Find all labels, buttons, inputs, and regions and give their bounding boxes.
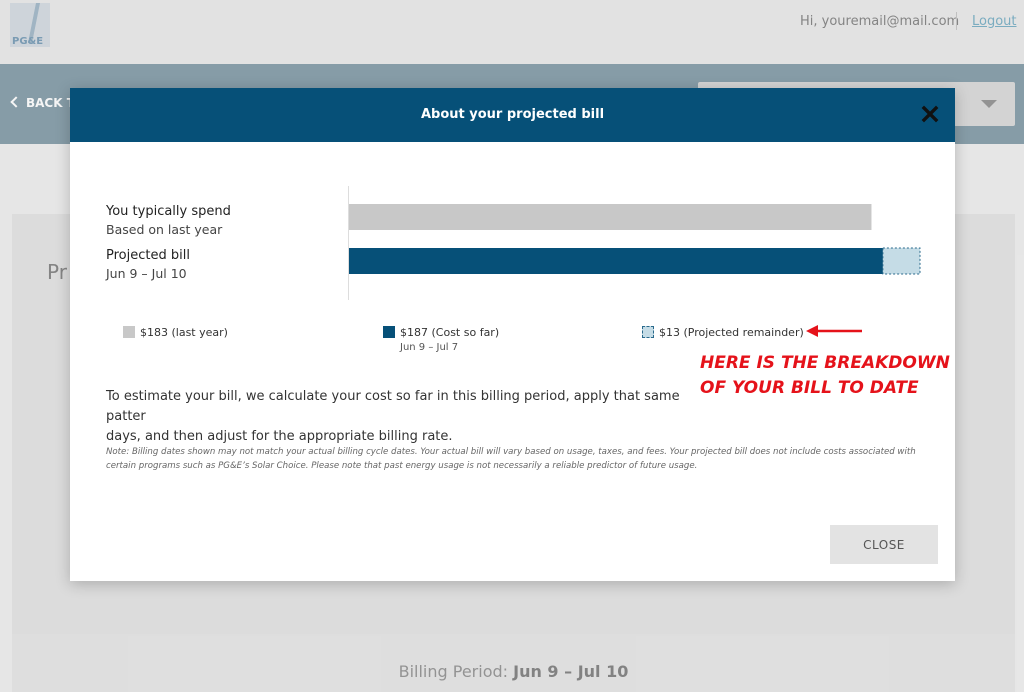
annotation-line: OF YOUR BILL TO DATE xyxy=(700,378,919,398)
arrow-left-icon xyxy=(806,325,862,337)
row-projected-bill: Projected bill Jun 9 – Jul 10 xyxy=(106,248,190,281)
legend-projected-remainder: $13 (Projected remainder) xyxy=(642,326,804,339)
explanation-text: To estimate your bill, we calculate your… xyxy=(106,387,706,447)
legend-swatch xyxy=(383,326,395,338)
legend-dates: Jun 9 – Jul 7 xyxy=(400,342,459,353)
row-label: You typically spend xyxy=(106,204,231,219)
projected-bill-modal: About your projected bill You typically … xyxy=(70,88,955,581)
legend-label: $183 (last year) xyxy=(140,326,228,339)
legend-label: $187 (Cost so far) xyxy=(400,326,500,339)
row-sublabel: Jun 9 – Jul 10 xyxy=(106,266,187,281)
close-button[interactable]: CLOSE xyxy=(830,525,938,564)
annotation-line: HERE IS THE BREAKDOWN xyxy=(700,353,950,373)
legend-label: $13 (Projected remainder) xyxy=(659,326,804,339)
bar-cost-so-far xyxy=(349,248,883,274)
legend-cost-so-far: $187 (Cost so far) Jun 9 – Jul 7 xyxy=(383,326,499,353)
legend-last-year: $183 (last year) xyxy=(123,326,228,339)
row-sublabel: Based on last year xyxy=(106,222,223,237)
close-icon[interactable] xyxy=(920,104,940,124)
explanation-line: days, and then adjust for the appropriat… xyxy=(106,429,453,444)
row-typical-spend: You typically spend Based on last year xyxy=(106,204,231,237)
bill-bar-chart xyxy=(349,204,921,275)
modal-title: About your projected bill xyxy=(420,107,605,122)
disclaimer-note: Note: Billing dates shown may not match … xyxy=(106,447,916,471)
bar-last-year xyxy=(349,204,872,230)
legend-swatch xyxy=(123,326,135,338)
bar-projected-remainder xyxy=(882,247,921,275)
row-label: Projected bill xyxy=(106,248,190,263)
legend-swatch xyxy=(642,326,654,338)
annotation-callout: HERE IS THE BREAKDOWN OF YOUR BILL TO DA… xyxy=(700,351,950,401)
modal-header: About your projected bill xyxy=(70,88,955,142)
explanation-line: To estimate your bill, we calculate your… xyxy=(106,389,680,424)
